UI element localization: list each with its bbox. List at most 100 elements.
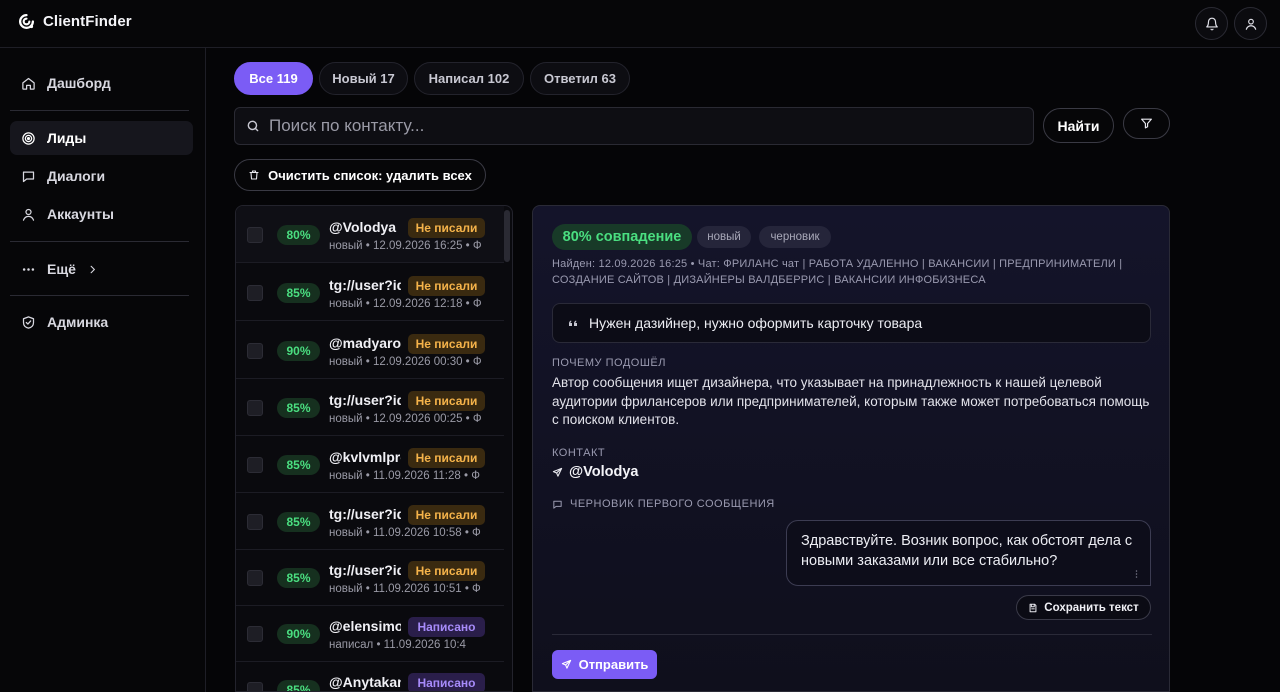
- send-icon: [552, 467, 563, 477]
- sidebar-item-accounts[interactable]: Аккаунты: [10, 197, 193, 231]
- lead-meta: новый • 12.09.2026 12:18 • Ф: [329, 298, 482, 310]
- sidebar-item-more[interactable]: Ещё: [10, 252, 193, 286]
- logo-icon: [19, 13, 35, 29]
- lead-row[interactable]: 85% @Anytakana Написано: [236, 661, 504, 691]
- sidebar-item-admin[interactable]: Админка: [10, 305, 193, 339]
- score-badge: 85%: [277, 398, 320, 418]
- sidebar-item-label: Дашборд: [47, 75, 111, 91]
- lead-name: @madyarov: [329, 335, 401, 351]
- message-icon: [553, 500, 562, 509]
- sidebar-item-dialogs[interactable]: Диалоги: [10, 159, 193, 193]
- score-badge: 85%: [277, 283, 320, 303]
- send-label: Отправить: [578, 657, 649, 672]
- search-box[interactable]: [234, 107, 1034, 145]
- target-icon: [22, 131, 35, 145]
- status-badge: Не писали: [408, 505, 485, 525]
- filter-button[interactable]: [1123, 108, 1170, 139]
- tab-replied[interactable]: Ответил 63: [530, 62, 630, 95]
- tag-new: новый: [697, 226, 751, 248]
- contact-link[interactable]: @Volodya: [552, 464, 638, 480]
- row-checkbox[interactable]: [247, 626, 263, 642]
- sidebar-item-label: Лиды: [47, 130, 87, 146]
- clear-list-label: Очистить список: удалить всех: [268, 167, 472, 183]
- sidebar-item-label: Диалоги: [47, 168, 106, 184]
- lead-meta: новый • 12.09.2026 00:30 • Ф: [329, 356, 482, 368]
- lead-name: tg://user?id: [329, 506, 401, 522]
- score-badge: 85%: [277, 680, 320, 691]
- send-button[interactable]: Отправить: [552, 650, 657, 679]
- status-badge: Не писали: [408, 334, 485, 354]
- tab-new[interactable]: Новый 17: [319, 62, 408, 95]
- lead-meta: новый • 11.09.2026 11:28 • Ф: [329, 470, 480, 482]
- status-badge: Не писали: [408, 276, 485, 296]
- divider: [10, 295, 189, 296]
- sidebar: Дашборд Лиды Диалоги Аккаунты Ещё Админк…: [0, 48, 206, 692]
- more-vertical-icon[interactable]: [1135, 569, 1138, 579]
- source-message: Нужен дазийнер, нужно оформить карточку …: [552, 303, 1151, 343]
- row-checkbox[interactable]: [247, 285, 263, 301]
- notifications-button[interactable]: [1195, 7, 1228, 40]
- draft-label: ЧЕРНОВИК ПЕРВОГО СООБЩЕНИЯ: [570, 498, 775, 510]
- status-badge: Не писали: [408, 218, 485, 238]
- draft-header: ЧЕРНОВИК ПЕРВОГО СООБЩЕНИЯ: [552, 498, 775, 510]
- lead-meta: новый • 12.09.2026 16:25 • Ф: [329, 240, 482, 252]
- lead-name: tg://user?id: [329, 277, 401, 293]
- top-bar: ClientFinder: [0, 0, 1280, 48]
- status-badge: Написано: [408, 673, 485, 691]
- lead-meta: написал • 11.09.2026 10:4: [329, 639, 466, 651]
- row-checkbox[interactable]: [247, 227, 263, 243]
- save-icon: [1029, 603, 1037, 612]
- lead-meta: новый • 11.09.2026 10:58 • Ф: [329, 527, 481, 539]
- lead-row[interactable]: 85% tg://user?id Не писали новый • 11.09…: [236, 493, 504, 550]
- lead-row[interactable]: 85% tg://user?id Не писали новый • 12.09…: [236, 264, 504, 321]
- lead-row[interactable]: 85% tg://user?id Не писали новый • 11.09…: [236, 549, 504, 606]
- status-badge: Не писали: [408, 448, 485, 468]
- tab-written[interactable]: Написал 102: [414, 62, 524, 95]
- chevron-right-icon: [90, 265, 96, 273]
- row-checkbox[interactable]: [247, 514, 263, 530]
- quote-icon: [569, 320, 577, 326]
- sidebar-item-dashboard[interactable]: Дашборд: [10, 66, 193, 100]
- sidebar-item-label: Ещё: [47, 261, 76, 277]
- lead-name: @Volodya: [329, 219, 397, 235]
- scrollbar[interactable]: [504, 210, 510, 262]
- lead-name: tg://user?id: [329, 562, 401, 578]
- shield-icon: [22, 315, 35, 329]
- lead-row[interactable]: 90% @madyarov Не писали новый • 12.09.20…: [236, 322, 504, 379]
- lead-row[interactable]: 80% @Volodya Не писали новый • 12.09.202…: [236, 206, 504, 263]
- row-checkbox[interactable]: [247, 682, 263, 691]
- lead-row[interactable]: 85% @kvlvmlpro Не писали новый • 11.09.2…: [236, 436, 504, 493]
- contact-label: КОНТАКТ: [552, 447, 606, 459]
- brand[interactable]: ClientFinder: [18, 13, 132, 30]
- divider: [552, 634, 1152, 635]
- lead-name: @kvlvmlpro: [329, 449, 401, 465]
- more-icon: [22, 267, 35, 271]
- row-checkbox[interactable]: [247, 457, 263, 473]
- status-badge: Не писали: [408, 391, 485, 411]
- brand-name: ClientFinder: [43, 13, 132, 30]
- row-checkbox[interactable]: [247, 400, 263, 416]
- status-badge: Написано: [408, 617, 485, 637]
- lead-name: @elensimo: [329, 618, 401, 634]
- row-checkbox[interactable]: [247, 570, 263, 586]
- save-text-button[interactable]: Сохранить текст: [1016, 595, 1151, 620]
- profile-button[interactable]: [1234, 7, 1267, 40]
- score-badge: 80%: [277, 225, 320, 245]
- row-checkbox[interactable]: [247, 343, 263, 359]
- lead-row[interactable]: 90% @elensimo Написано написал • 11.09.2…: [236, 605, 504, 662]
- home-icon: [22, 77, 35, 90]
- lead-meta: новый • 11.09.2026 10:51 • Ф: [329, 583, 481, 595]
- divider: [10, 110, 189, 111]
- tab-all[interactable]: Все 119: [234, 62, 313, 95]
- lead-list: 80% @Volodya Не писали новый • 12.09.202…: [235, 205, 513, 692]
- find-button[interactable]: Найти: [1043, 108, 1114, 143]
- score-badge: 90%: [277, 624, 320, 644]
- sidebar-item-leads[interactable]: Лиды: [10, 121, 193, 155]
- lead-row[interactable]: 85% tg://user?id Не писали новый • 12.09…: [236, 379, 504, 436]
- clear-list-button[interactable]: Очистить список: удалить всех: [234, 159, 486, 191]
- lead-name: tg://user?id: [329, 392, 401, 408]
- save-text-label: Сохранить текст: [1044, 601, 1139, 614]
- draft-message-input[interactable]: Здравствуйте. Возник вопрос, как обстоят…: [786, 520, 1151, 586]
- search-input[interactable]: [269, 116, 1033, 136]
- match-badge: 80% совпадение: [552, 224, 692, 250]
